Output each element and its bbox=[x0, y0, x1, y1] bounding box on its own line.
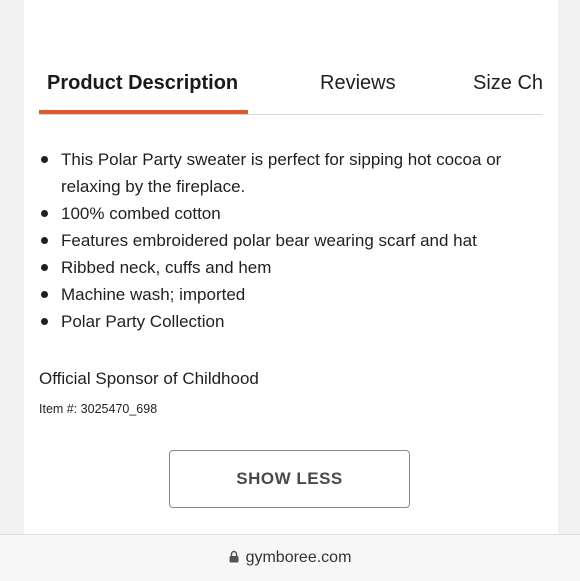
bullet-text: Machine wash; imported bbox=[61, 285, 246, 304]
url-display[interactable]: gymboree.com bbox=[0, 549, 580, 567]
bullet-text: 100% combed cotton bbox=[61, 204, 221, 223]
description-bullet-list: This Polar Party sweater is perfect for … bbox=[39, 146, 539, 335]
bullet-icon bbox=[41, 156, 48, 163]
list-item: Features embroidered polar bear wearing … bbox=[39, 227, 539, 254]
list-item: This Polar Party sweater is perfect for … bbox=[39, 146, 539, 200]
bullet-text: Features embroidered polar bear wearing … bbox=[61, 231, 477, 250]
sponsor-text: Official Sponsor of Childhood bbox=[39, 369, 259, 388]
item-number: Item #: 3025470_698 bbox=[39, 402, 158, 416]
list-item: Machine wash; imported bbox=[39, 281, 539, 308]
bullet-icon bbox=[41, 264, 48, 271]
product-details-panel: Product Description Reviews Size Ch This… bbox=[24, 0, 558, 534]
bullet-icon bbox=[41, 237, 48, 244]
tab-size-chart[interactable]: Size Ch bbox=[473, 72, 543, 95]
list-item: Polar Party Collection bbox=[39, 308, 539, 335]
bullet-icon bbox=[41, 318, 48, 325]
active-tab-indicator bbox=[39, 110, 248, 114]
url-text: gymboree.com bbox=[245, 549, 352, 566]
bullet-text: Ribbed neck, cuffs and hem bbox=[61, 258, 272, 277]
list-item: Ribbed neck, cuffs and hem bbox=[39, 254, 539, 281]
tab-reviews[interactable]: Reviews bbox=[320, 72, 396, 95]
bullet-icon bbox=[41, 291, 48, 298]
show-less-button[interactable]: SHOW LESS bbox=[169, 450, 410, 508]
bullet-text: Polar Party Collection bbox=[61, 312, 225, 331]
page-left-margin bbox=[0, 0, 24, 580]
page-right-margin bbox=[558, 0, 580, 580]
tab-product-description[interactable]: Product Description bbox=[47, 72, 238, 95]
product-tabs: Product Description Reviews Size Ch bbox=[39, 62, 543, 115]
lock-icon bbox=[229, 550, 239, 563]
list-item: 100% combed cotton bbox=[39, 200, 539, 227]
bullet-icon bbox=[41, 210, 48, 217]
bullet-text: This Polar Party sweater is perfect for … bbox=[61, 150, 502, 196]
browser-address-bar[interactable]: gymboree.com bbox=[0, 534, 580, 581]
